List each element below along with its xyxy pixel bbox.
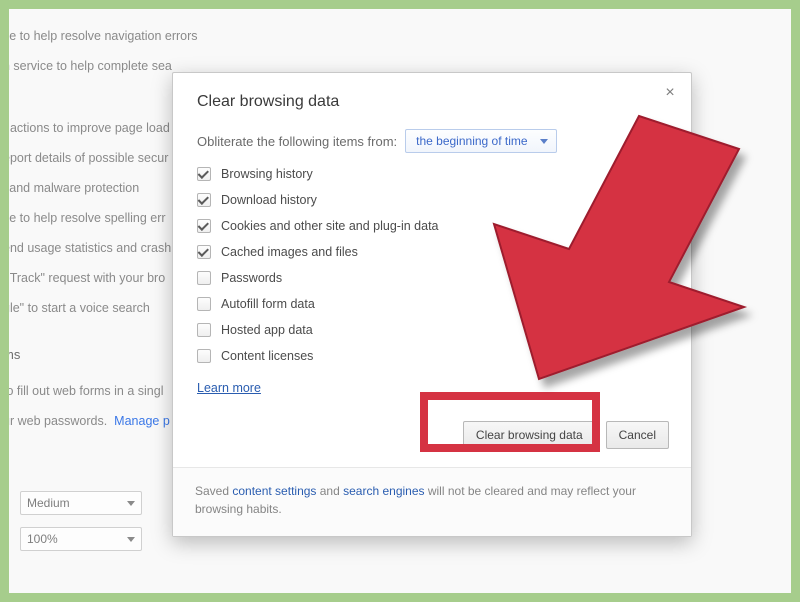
search-engines-link[interactable]: search engines: [343, 484, 424, 498]
manage-passwords-link[interactable]: Manage p: [114, 414, 170, 428]
checkbox-label: Download history: [221, 193, 317, 207]
dialog-footer: Saved content settings and search engine…: [173, 467, 691, 536]
learn-more-link[interactable]: Learn more: [197, 381, 261, 395]
checkbox[interactable]: [197, 323, 211, 337]
checkbox[interactable]: [197, 349, 211, 363]
checkbox-label: Cached images and files: [221, 245, 358, 259]
checkbox[interactable]: [197, 219, 211, 233]
checkbox-label: Autofill form data: [221, 297, 315, 311]
checkbox-label: Hosted app data: [221, 323, 313, 337]
clear-browsing-data-button[interactable]: Clear browsing data: [463, 421, 596, 449]
font-size-select[interactable]: Medium: [20, 491, 142, 515]
bg-text: : actions to improve page load: [9, 121, 170, 135]
chevron-down-icon: [127, 501, 135, 506]
bg-text: end usage statistics and crash: [9, 241, 171, 255]
checkbox-row[interactable]: Passwords: [197, 271, 667, 285]
checkbox[interactable]: [197, 245, 211, 259]
chevron-down-icon: [127, 537, 135, 542]
bg-text: ce to help resolve navigation errors: [9, 29, 198, 43]
bg-text: : Track" request with your bro: [9, 271, 165, 285]
chevron-down-icon: [540, 139, 548, 144]
bg-text: j and malware protection: [9, 181, 139, 195]
checkbox-row[interactable]: Autofill form data: [197, 297, 667, 311]
dialog-button-row: Clear browsing data Cancel: [173, 407, 691, 467]
checkbox[interactable]: [197, 167, 211, 181]
checkbox-label: Content licenses: [221, 349, 313, 363]
checkbox-row[interactable]: Content licenses: [197, 349, 667, 363]
checkbox-row[interactable]: Cookies and other site and plug-in data: [197, 219, 667, 233]
checkbox-row[interactable]: Hosted app data: [197, 323, 667, 337]
checkbox-row[interactable]: Browsing history: [197, 167, 667, 181]
page-zoom-select[interactable]: 100%: [20, 527, 142, 551]
checkbox[interactable]: [197, 271, 211, 285]
close-icon[interactable]: ×: [661, 85, 679, 103]
bg-text: eport details of possible secur: [9, 151, 168, 165]
bg-text: ur web passwords. Manage p: [9, 414, 170, 428]
checkbox-label: Browsing history: [221, 167, 313, 181]
time-range-select[interactable]: the beginning of time: [405, 129, 556, 153]
bg-heading: ms: [9, 347, 20, 362]
clear-browsing-data-dialog: × Clear browsing data Obliterate the fol…: [172, 72, 692, 537]
dialog-title: Clear browsing data: [197, 93, 667, 111]
bg-text: n service to help complete sea: [9, 59, 172, 73]
obliterate-label: Obliterate the following items from:: [197, 134, 397, 149]
bg-text: ce to help resolve spelling err: [9, 211, 166, 225]
content-settings-link[interactable]: content settings: [232, 484, 316, 498]
checkbox[interactable]: [197, 297, 211, 311]
clear-options-list: Browsing history Download history Cookies …: [197, 167, 667, 363]
checkbox-label: Passwords: [221, 271, 282, 285]
checkbox-row[interactable]: Cached images and files: [197, 245, 667, 259]
checkbox-row[interactable]: Download history: [197, 193, 667, 207]
cancel-button[interactable]: Cancel: [606, 421, 669, 449]
checkbox[interactable]: [197, 193, 211, 207]
checkbox-label: Cookies and other site and plug-in data: [221, 219, 439, 233]
bg-text: to fill out web forms in a singl: [9, 384, 164, 398]
bg-text: gle" to start a voice search: [9, 301, 150, 315]
